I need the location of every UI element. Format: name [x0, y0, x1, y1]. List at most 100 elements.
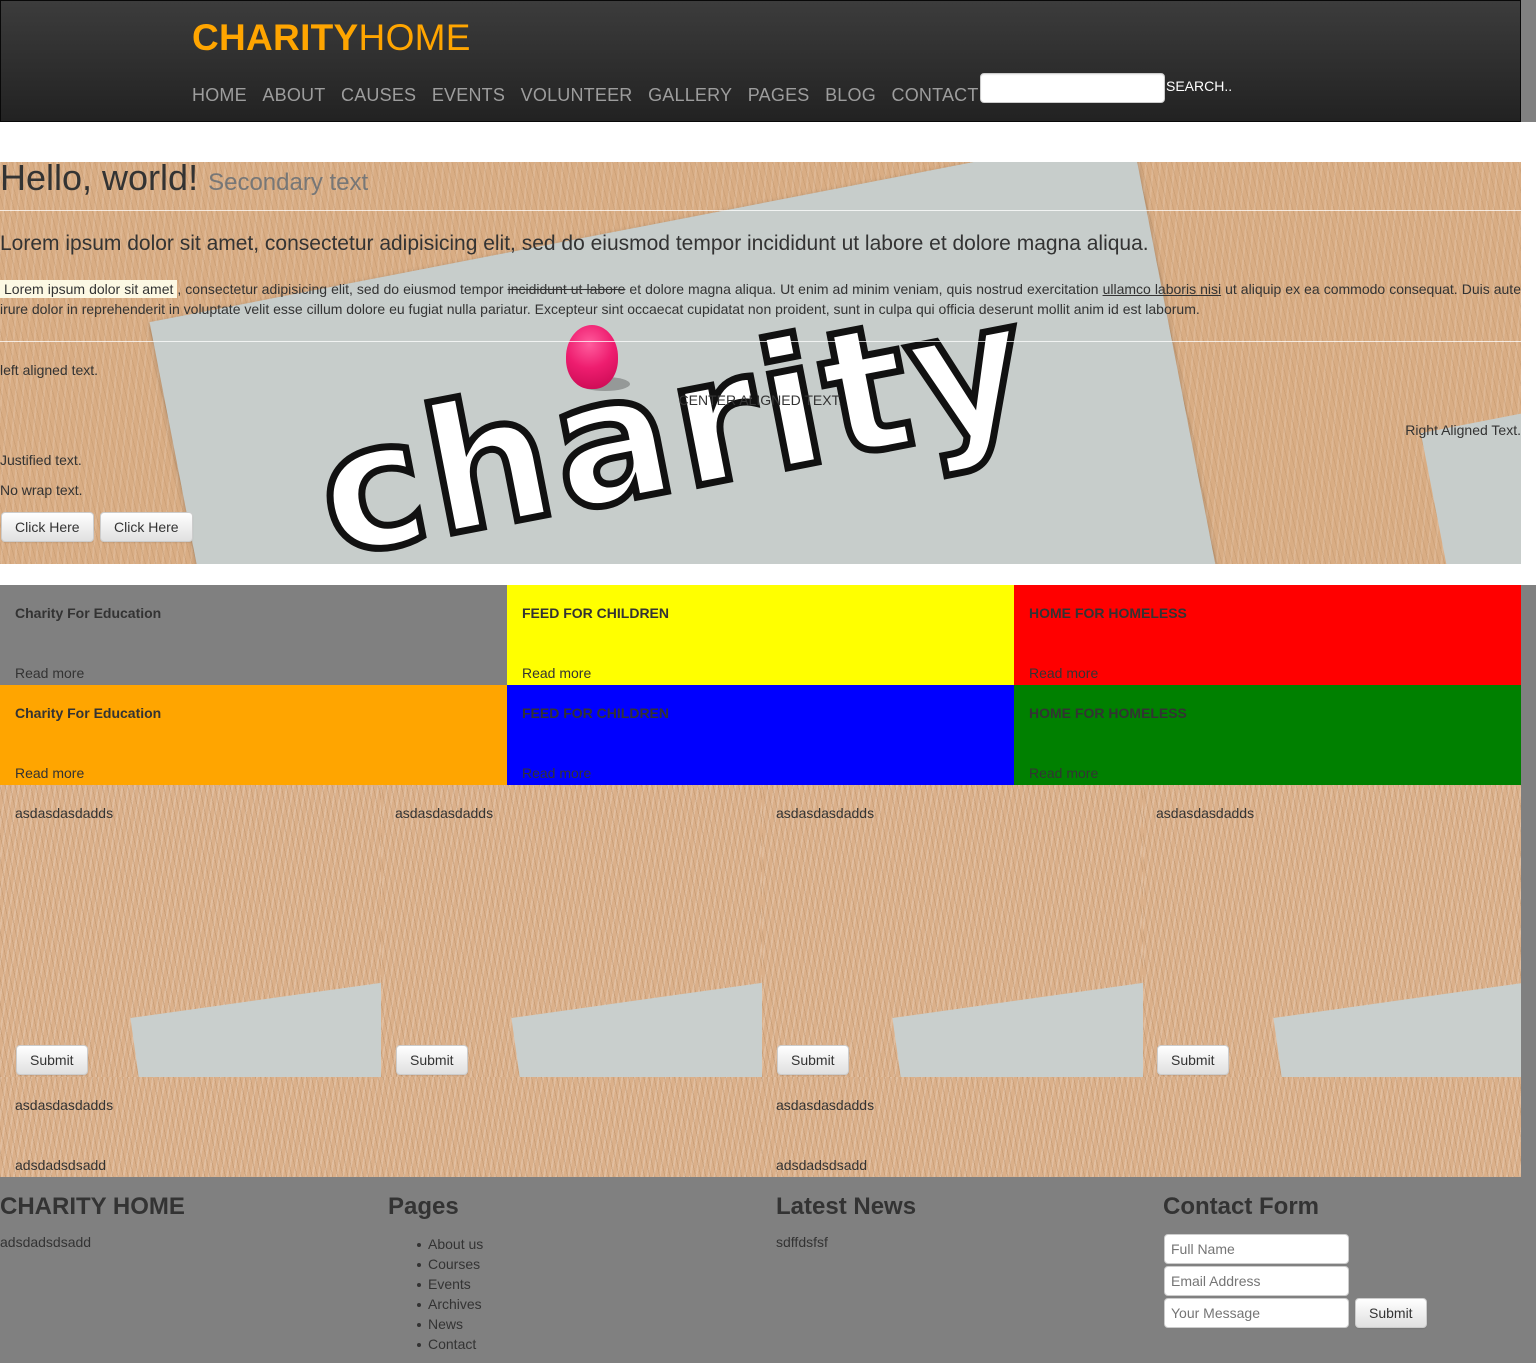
submit-button[interactable]: Submit: [396, 1045, 468, 1075]
footer-about-text: adsdadsdsadd: [0, 1234, 92, 1250]
cause-title: Charity For Education: [15, 705, 162, 721]
click-here-button[interactable]: Click Here: [100, 512, 193, 542]
panel-subtext: adsdadsdsadd: [776, 1157, 868, 1173]
cause-box: FEED FOR CHILDREN Read more: [507, 685, 1014, 785]
hero-right-margin: [1521, 162, 1536, 564]
left-aligned-text: left aligned text.: [0, 362, 99, 378]
search-button[interactable]: SEARCH..: [1166, 77, 1232, 95]
nav-link-volunteer[interactable]: VOLUNTEER: [521, 85, 633, 105]
paragraph-part-2: et dolore magna aliqua. Ut enim ad minim…: [625, 281, 1103, 297]
panel-paper-image: [892, 973, 1143, 1077]
panel-background: [762, 1077, 1521, 1177]
justified-text: Justified text.: [0, 452, 82, 468]
read-more-link[interactable]: Read more: [1029, 765, 1098, 781]
underlined-text: ullamco laboris nisi: [1102, 281, 1222, 297]
panel-text: asdasdasdadds: [1156, 805, 1255, 821]
footer-news-text: sdffdsfsf: [776, 1234, 828, 1250]
footer-link-archives[interactable]: Archives: [416, 1294, 483, 1314]
hero-subtitle: Secondary text: [208, 169, 369, 196]
panel-subtext: adsdadsdsadd: [15, 1157, 107, 1173]
cause-title: HOME FOR HOMELESS: [1029, 705, 1187, 721]
search-input[interactable]: [980, 73, 1165, 103]
nav-link-home[interactable]: HOME: [192, 85, 247, 105]
panel-paper-image: [130, 973, 381, 1077]
footer-link-news[interactable]: News: [416, 1314, 483, 1334]
nav-item-causes: CAUSES: [341, 84, 416, 106]
full-name-field[interactable]: [1164, 1234, 1349, 1264]
panel-text: asdasdasdadds: [15, 1097, 114, 1113]
section-spacer: [0, 564, 1536, 585]
click-here-button[interactable]: Click Here: [1, 512, 94, 542]
hero-title-text: Hello, world!: [0, 157, 199, 198]
footer-link-about[interactable]: About us: [416, 1234, 483, 1254]
center-aligned-text: CENTER ALIGNED TEXT.: [678, 392, 843, 408]
cause-box: FEED FOR CHILDREN Read more: [507, 585, 1014, 685]
nav-link-blog[interactable]: BLOG: [825, 85, 876, 105]
contact-submit-button[interactable]: Submit: [1355, 1298, 1427, 1328]
brand-logo[interactable]: CHARITYHOME: [192, 17, 471, 59]
cause-box: Charity For Education Read more: [0, 685, 507, 785]
cause-title: FEED FOR CHILDREN: [522, 605, 669, 621]
message-field[interactable]: [1164, 1298, 1349, 1328]
cause-box: HOME FOR HOMELESS Read more: [1014, 585, 1521, 685]
submit-button[interactable]: Submit: [777, 1045, 849, 1075]
nav-item-contact: CONTACT: [892, 84, 979, 106]
footer-news-title: Latest News: [776, 1193, 917, 1220]
nav-item-gallery: GALLERY: [648, 84, 732, 106]
footer-pages-title: Pages: [388, 1193, 459, 1220]
cause-title: HOME FOR HOMELESS: [1029, 605, 1187, 621]
nav-item-about: ABOUT: [262, 84, 325, 106]
hero-lead: Lorem ipsum dolor sit amet, consectetur …: [0, 232, 1149, 255]
footer-about-title: CHARITY HOME: [0, 1193, 185, 1220]
read-more-link[interactable]: Read more: [522, 765, 591, 781]
panel-background: [381, 785, 762, 1077]
footer-contact-title: Contact Form: [1163, 1193, 1319, 1220]
panel-paper-image: [1273, 973, 1521, 1077]
panel-text: asdasdasdadds: [395, 805, 494, 821]
footer-link-courses[interactable]: Courses: [416, 1254, 483, 1274]
footer-pages-list: About us Courses Events Archives News Co…: [416, 1234, 483, 1354]
nav-item-home: HOME: [192, 84, 247, 106]
read-more-link[interactable]: Read more: [1029, 665, 1098, 681]
read-more-link[interactable]: Read more: [522, 665, 591, 681]
nav-item-blog: BLOG: [825, 84, 876, 106]
footer-link-events[interactable]: Events: [416, 1274, 483, 1294]
panel-background: [1143, 785, 1521, 1077]
paragraph-part-1: , consectetur adipisicing elit, sed do e…: [177, 281, 508, 297]
nav-link-gallery[interactable]: GALLERY: [648, 85, 732, 105]
panel-text: asdasdasdadds: [776, 805, 875, 821]
panel-background: [762, 785, 1143, 1077]
nav-link-contact[interactable]: CONTACT: [892, 85, 979, 105]
panel-background: [0, 1077, 762, 1177]
nav-item-pages: PAGES: [748, 84, 810, 106]
brand-light: HOME: [358, 17, 471, 58]
read-more-link[interactable]: Read more: [15, 665, 84, 681]
submit-button[interactable]: Submit: [1157, 1045, 1229, 1075]
cause-title: FEED FOR CHILDREN: [522, 705, 669, 721]
email-field[interactable]: [1164, 1266, 1349, 1296]
panel-text: asdasdasdadds: [776, 1097, 875, 1113]
nowrap-text: No wrap text.: [0, 482, 83, 498]
hero-paragraph: Lorem ipsum dolor sit amet, consectetur …: [0, 279, 1521, 319]
cause-title: Charity For Education: [15, 605, 162, 621]
cause-box: Charity For Education Read more: [0, 585, 507, 685]
hero-title: Hello, world! Secondary text: [0, 156, 368, 205]
footer-link-contact[interactable]: Contact: [416, 1334, 483, 1354]
panel-background: [0, 785, 381, 1077]
main-nav: HOME ABOUT CAUSES EVENTS VOLUNTEER GALLE…: [192, 84, 994, 106]
nav-item-volunteer: VOLUNTEER: [521, 84, 633, 106]
nav-link-pages[interactable]: PAGES: [748, 85, 810, 105]
brand-bold: CHARITY: [192, 17, 359, 58]
cause-box: HOME FOR HOMELESS Read more: [1014, 685, 1521, 785]
nav-link-causes[interactable]: CAUSES: [341, 85, 416, 105]
read-more-link[interactable]: Read more: [15, 765, 84, 781]
nav-link-events[interactable]: EVENTS: [432, 85, 505, 105]
panel-text: asdasdasdadds: [15, 805, 114, 821]
top-navbar: CHARITYHOME HOME ABOUT CAUSES EVENTS VOL…: [0, 0, 1521, 122]
right-aligned-text: Right Aligned Text.: [1405, 422, 1521, 438]
submit-button[interactable]: Submit: [16, 1045, 88, 1075]
strikethrough-text: incididunt ut labore: [507, 281, 626, 297]
nav-link-about[interactable]: ABOUT: [262, 85, 325, 105]
nav-item-events: EVENTS: [432, 84, 505, 106]
panel-paper-image: [511, 973, 762, 1077]
